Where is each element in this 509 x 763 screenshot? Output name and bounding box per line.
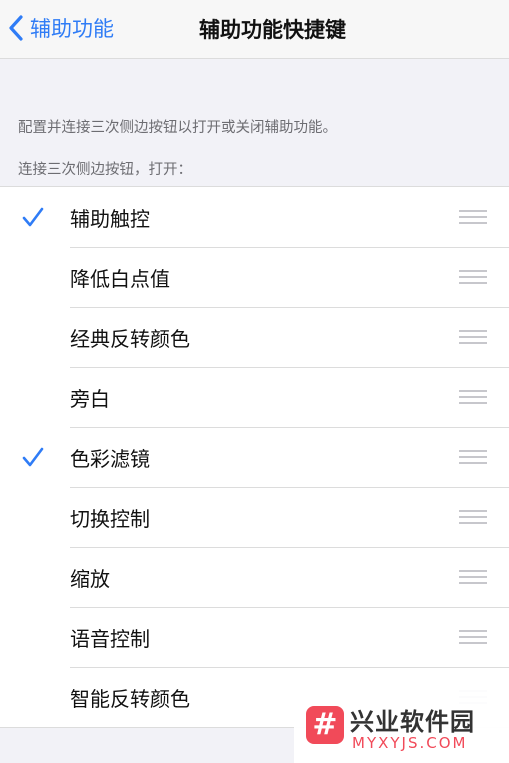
list-item[interactable]: 语音控制 <box>0 607 509 667</box>
reorder-handle-icon[interactable] <box>459 330 487 344</box>
list-item[interactable]: 降低白点值 <box>0 247 509 307</box>
watermark-url: MYXYJS.COM <box>352 734 468 752</box>
list-item-label: 智能反转颜色 <box>70 686 190 711</box>
reorder-handle-icon[interactable] <box>459 510 487 524</box>
checkmark-icon <box>22 207 44 227</box>
list-item-label: 经典反转颜色 <box>70 326 190 351</box>
watermark-logo: # <box>306 706 344 744</box>
list-item-label: 语音控制 <box>70 626 150 651</box>
list-item[interactable]: 切换控制 <box>0 487 509 547</box>
reorder-handle-icon[interactable] <box>459 630 487 644</box>
list-item[interactable]: 旁白 <box>0 367 509 427</box>
list-item-label: 旁白 <box>70 386 110 411</box>
list-item[interactable]: 缩放 <box>0 547 509 607</box>
navigation-bar: 辅助功能 辅助功能快捷键 <box>0 0 509 59</box>
list-item-label: 色彩滤镜 <box>70 446 150 471</box>
list-item-label: 切换控制 <box>70 506 150 531</box>
list-item-label: 缩放 <box>70 566 110 591</box>
section-header: 连接三次侧边按钮，打开： <box>18 162 192 178</box>
watermark: # 兴业软件园 MYXYJS.COM <box>294 690 509 763</box>
list-item-label: 辅助触控 <box>70 206 150 231</box>
reorder-handle-icon[interactable] <box>459 390 487 404</box>
list-item[interactable]: 辅助触控 <box>0 187 509 247</box>
watermark-text: 兴业软件园 <box>350 708 475 736</box>
reorder-handle-icon[interactable] <box>459 450 487 464</box>
checkmark-icon <box>22 447 44 467</box>
description-text: 配置并连接三次侧边按钮以打开或关闭辅助功能。 <box>18 120 337 136</box>
list-item-label: 降低白点值 <box>70 266 170 291</box>
reorder-handle-icon[interactable] <box>459 570 487 584</box>
shortcut-list: 辅助触控降低白点值经典反转颜色 旁白色彩滤镜切换控制缩放语音控制智能反转颜色 <box>0 186 509 728</box>
list-item[interactable]: 色彩滤镜 <box>0 427 509 487</box>
page-title: 辅助功能快捷键 <box>199 18 346 42</box>
list-item[interactable]: 经典反转颜色 <box>0 307 509 367</box>
reorder-handle-icon[interactable] <box>459 270 487 284</box>
reorder-handle-icon[interactable] <box>459 210 487 224</box>
